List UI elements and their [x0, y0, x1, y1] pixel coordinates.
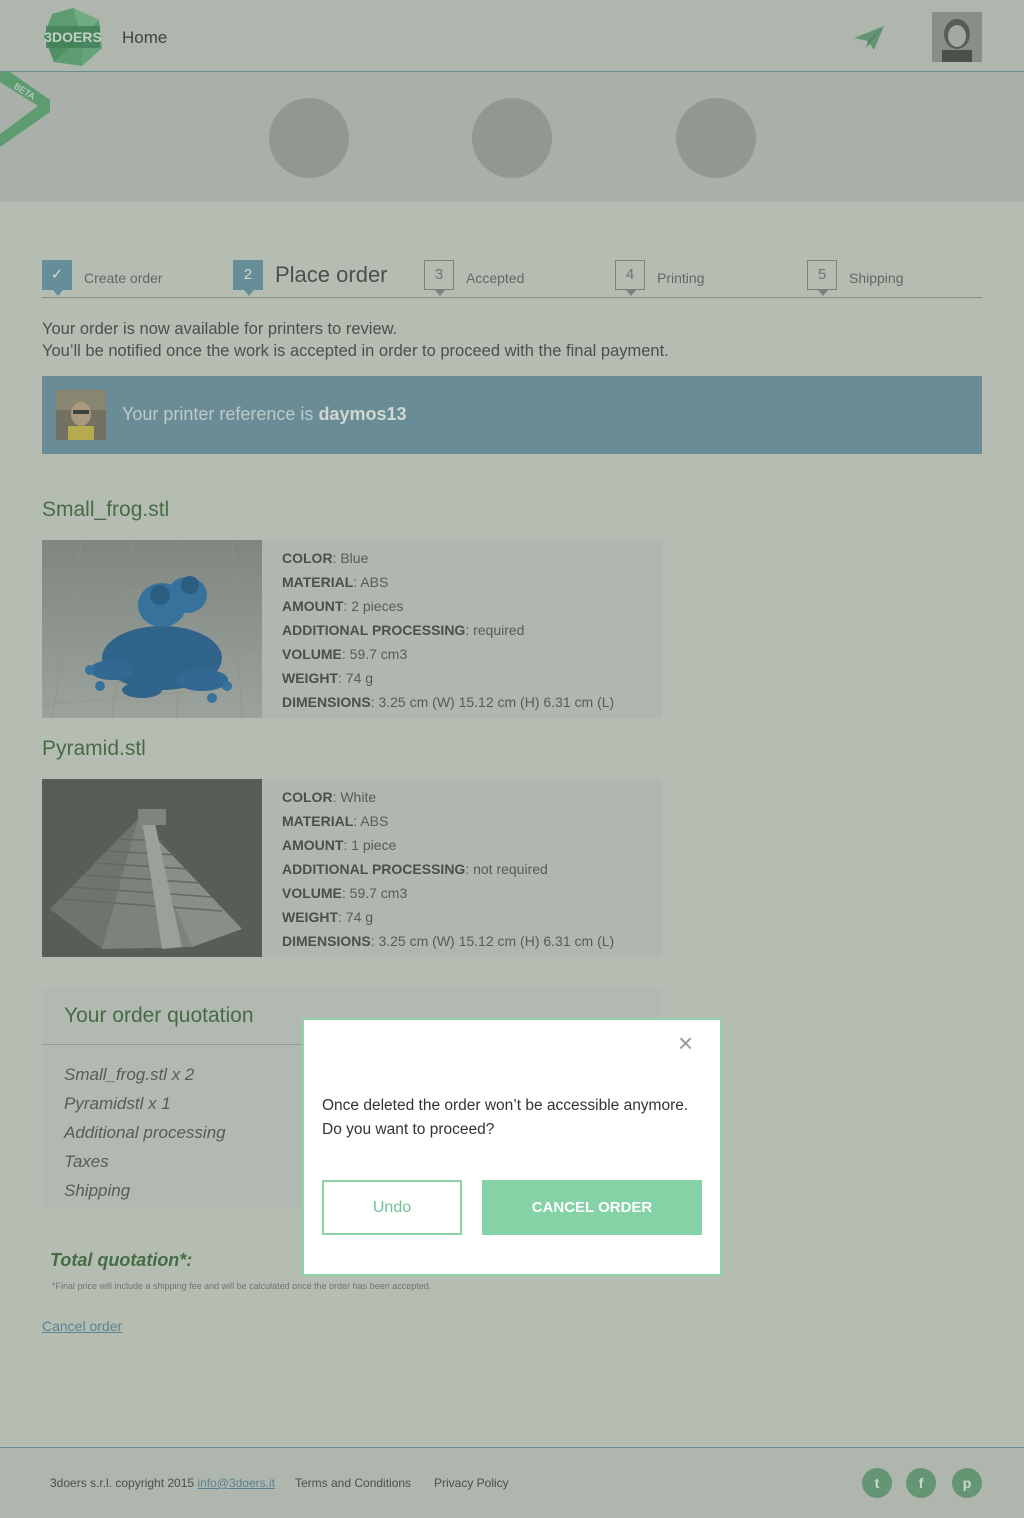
- undo-button[interactable]: Undo: [322, 1180, 462, 1235]
- dialog-message: Once deleted the order won’t be accessib…: [322, 1094, 702, 1142]
- cancel-order-dialog: × Once deleted the order won’t be access…: [302, 1018, 722, 1276]
- close-icon[interactable]: ×: [678, 1030, 693, 1056]
- dialog-message-line: Once deleted the order won’t be accessib…: [322, 1097, 689, 1114]
- modal-overlay[interactable]: [0, 0, 1024, 1518]
- cancel-order-button[interactable]: CANCEL ORDER: [482, 1180, 702, 1235]
- dialog-message-line: Do you want to proceed?: [322, 1121, 495, 1138]
